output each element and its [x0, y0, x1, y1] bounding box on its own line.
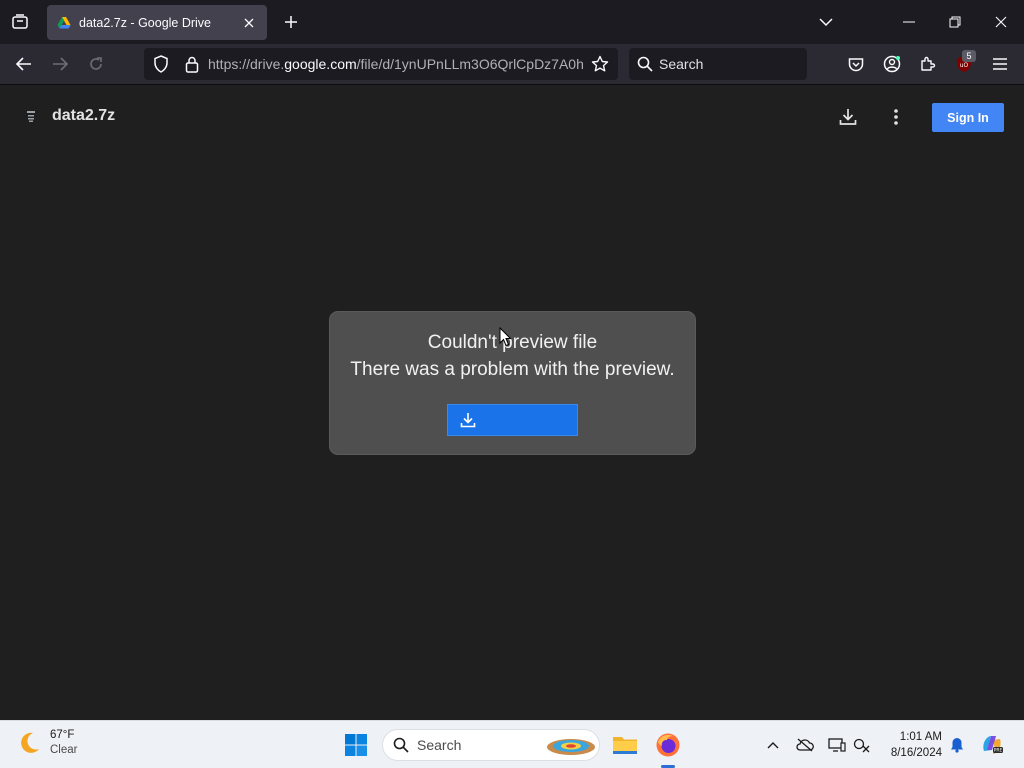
firefox-icon[interactable] — [652, 729, 684, 761]
taskbar-search-label: Search — [417, 737, 462, 753]
close-icon[interactable] — [978, 0, 1024, 44]
tab-list-icon[interactable] — [6, 8, 34, 36]
tab-strip: data2.7z - Google Drive — [0, 0, 1024, 44]
tab-close-icon[interactable] — [241, 15, 257, 31]
hamburger-icon[interactable] — [986, 50, 1014, 78]
account-icon[interactable] — [878, 50, 906, 78]
windows-start-icon[interactable] — [340, 729, 372, 761]
puzzle-icon[interactable] — [914, 50, 942, 78]
plus-icon[interactable] — [278, 9, 304, 35]
file-icon — [24, 109, 38, 123]
cloud-offline-icon[interactable] — [795, 735, 815, 755]
lock-icon[interactable] — [178, 50, 206, 78]
pocket-icon[interactable] — [842, 50, 870, 78]
arrow-right-icon[interactable] — [46, 50, 74, 78]
download-icon[interactable] — [834, 103, 862, 131]
file-name: data2.7z — [52, 107, 116, 124]
svg-text:PRE: PRE — [994, 748, 1003, 754]
reload-icon[interactable] — [82, 50, 110, 78]
extension-badge: 5 — [962, 50, 976, 62]
drive-preview-page: data2.7z Sign In Couldn't preview file T… — [0, 85, 1024, 720]
search-icon — [393, 737, 409, 753]
weather-temperature: 67°F — [50, 729, 75, 741]
clock-date: 8/16/2024 — [890, 747, 942, 759]
preview-error-dialog: Couldn't preview file There was a proble… — [329, 311, 696, 455]
tab-title: data2.7z - Google Drive — [79, 15, 212, 30]
search-icon — [637, 56, 653, 72]
more-options-icon[interactable] — [882, 103, 910, 131]
weather-widget[interactable]: 67°F Clear — [16, 728, 77, 758]
moon-icon — [21, 732, 39, 753]
weather-condition: Clear — [50, 744, 78, 756]
file-explorer-icon[interactable] — [609, 729, 641, 761]
svg-text:uO: uO — [960, 62, 969, 69]
download-button[interactable] — [447, 404, 578, 436]
error-title: Couldn't preview file — [427, 332, 598, 353]
navigation-toolbar: https://drive.google.com/file/d/1ynUPnLL… — [0, 44, 1024, 85]
url-text: https://drive.google.com/file/d/1ynUPnLL… — [208, 56, 584, 72]
restore-icon[interactable] — [932, 0, 978, 44]
browser-window: data2.7z - Google Drive https://drive.go… — [0, 0, 1024, 768]
shield-icon[interactable] — [147, 50, 175, 78]
chevron-down-icon[interactable] — [813, 9, 839, 35]
mouse-cursor-icon — [499, 327, 511, 347]
address-bar[interactable]: https://drive.google.com/file/d/1ynUPnLL… — [144, 48, 618, 80]
clock-time: 1:01 AM — [899, 731, 942, 743]
star-icon[interactable] — [586, 50, 614, 78]
search-highlight-icon — [547, 739, 595, 755]
chevron-up-icon[interactable] — [763, 735, 783, 755]
error-message: There was a problem with the preview. — [350, 359, 675, 380]
taskbar: 67°F Clear Search 1:01 AM 8/16/2024 PRE — [0, 720, 1024, 768]
taskbar-search[interactable]: Search — [382, 729, 600, 761]
network-volume-icon[interactable] — [852, 735, 872, 755]
minimize-icon[interactable] — [886, 0, 932, 44]
system-clock[interactable]: 1:01 AM 8/16/2024 — [876, 729, 942, 761]
google-drive-icon — [57, 16, 71, 28]
download-icon — [460, 413, 476, 428]
sign-in-button[interactable]: Sign In — [932, 103, 1004, 132]
tab-active[interactable]: data2.7z - Google Drive — [47, 5, 267, 40]
search-bar[interactable]: Search — [629, 48, 807, 80]
copilot-icon[interactable]: PRE — [976, 729, 1008, 761]
notification-bell-icon[interactable] — [947, 735, 967, 755]
search-placeholder: Search — [659, 56, 704, 72]
arrow-left-icon[interactable] — [10, 50, 38, 78]
display-icon[interactable] — [827, 735, 847, 755]
